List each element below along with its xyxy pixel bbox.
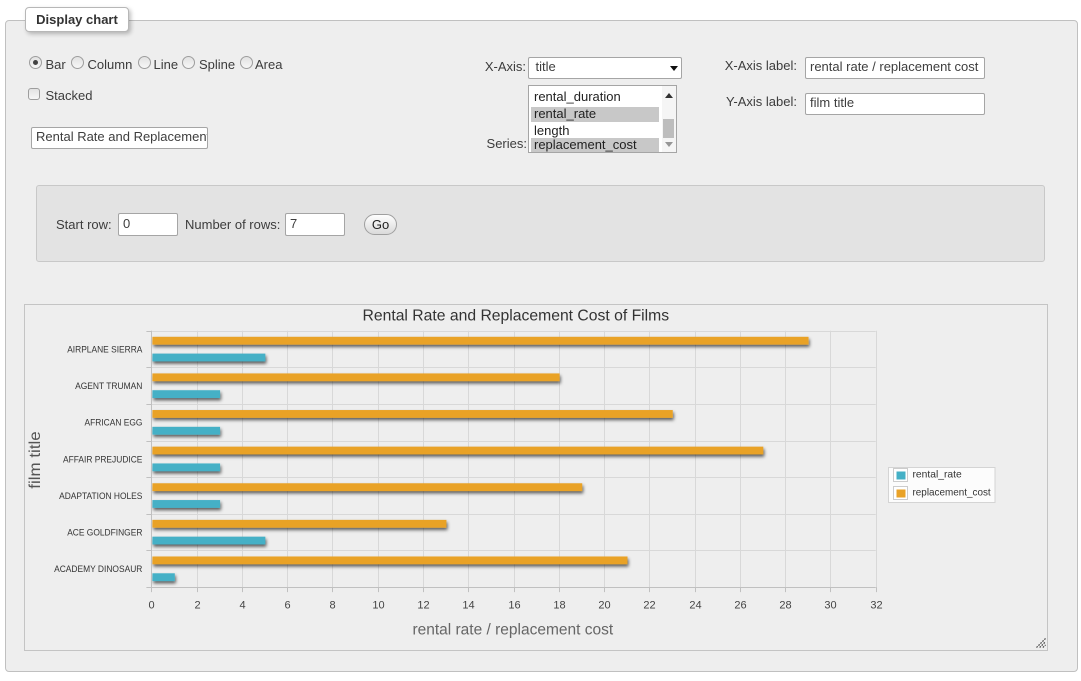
svg-text:28: 28 <box>779 600 791 612</box>
svg-text:Rental Rate and Replacement Co: Rental Rate and Replacement Cost of Film… <box>363 307 670 324</box>
svg-text:6: 6 <box>284 600 290 612</box>
svg-text:14: 14 <box>462 600 474 612</box>
svg-text:replacement_cost: replacement_cost <box>913 487 991 499</box>
svg-text:0: 0 <box>148 600 154 612</box>
svg-text:30: 30 <box>824 600 836 612</box>
svg-text:26: 26 <box>734 600 746 612</box>
svg-text:10: 10 <box>372 600 384 612</box>
svg-text:AGENT TRUMAN: AGENT TRUMAN <box>75 381 142 391</box>
svg-text:2: 2 <box>194 600 200 612</box>
svg-text:16: 16 <box>508 600 520 612</box>
svg-text:22: 22 <box>643 600 655 612</box>
svg-text:32: 32 <box>870 600 882 612</box>
svg-text:AFFAIR PREJUDICE: AFFAIR PREJUDICE <box>63 454 142 464</box>
svg-text:8: 8 <box>329 600 335 612</box>
svg-text:24: 24 <box>689 600 701 612</box>
svg-text:ADAPTATION HOLES: ADAPTATION HOLES <box>59 491 142 501</box>
svg-text:film title: film title <box>27 431 44 489</box>
svg-text:4: 4 <box>239 600 245 612</box>
svg-text:AIRPLANE SIERRA: AIRPLANE SIERRA <box>67 345 142 355</box>
svg-text:18: 18 <box>553 600 565 612</box>
svg-text:ACADEMY DINOSAUR: ACADEMY DINOSAUR <box>54 564 143 574</box>
svg-text:rental_rate: rental_rate <box>913 469 962 481</box>
svg-text:12: 12 <box>417 600 429 612</box>
svg-text:AFRICAN EGG: AFRICAN EGG <box>85 418 143 428</box>
svg-text:rental rate / replacement cost: rental rate / replacement cost <box>412 621 613 638</box>
svg-text:20: 20 <box>598 600 610 612</box>
svg-text:ACE GOLDFINGER: ACE GOLDFINGER <box>67 528 143 538</box>
